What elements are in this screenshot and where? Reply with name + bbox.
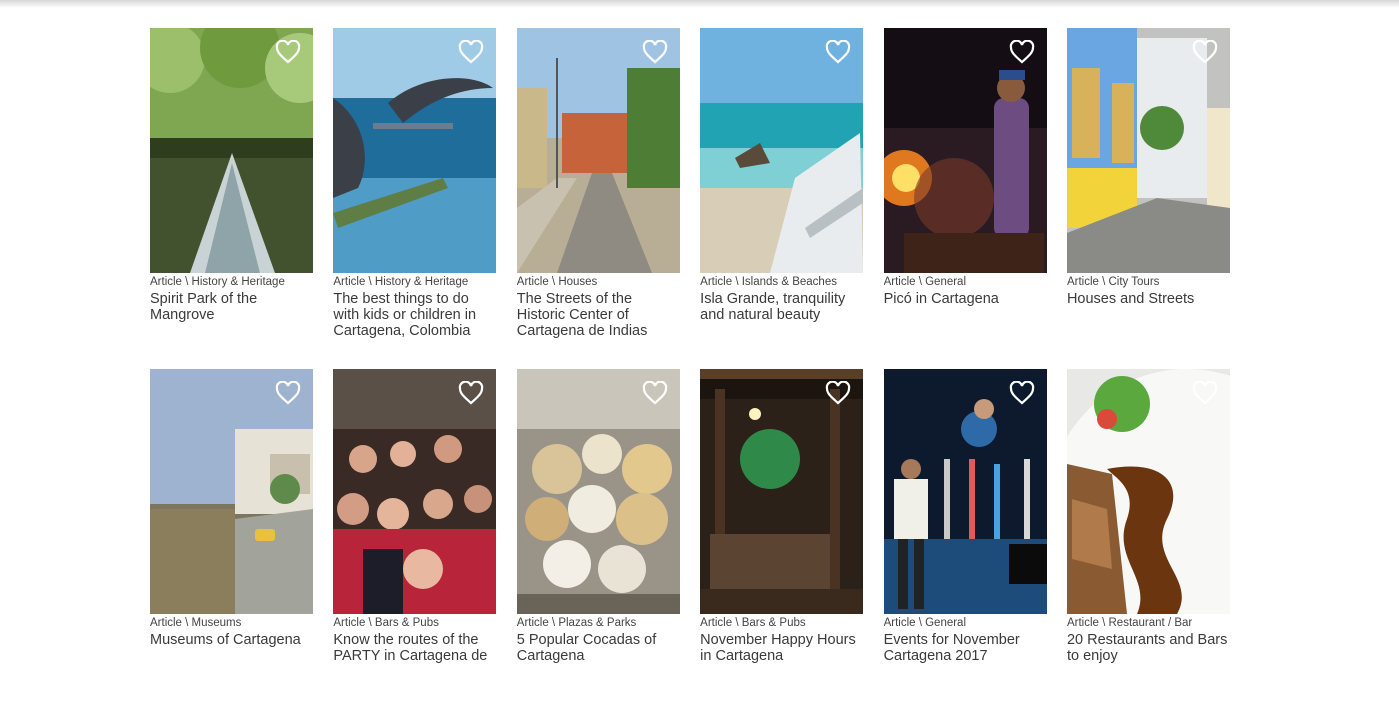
article-title[interactable]: The Streets of the Historic Center of Ca… — [517, 291, 680, 339]
article-card[interactable]: Article \ Museums Museums of Cartagena — [150, 369, 313, 710]
favorite-heart-icon[interactable] — [642, 381, 668, 405]
favorite-heart-icon[interactable] — [825, 381, 851, 405]
article-image[interactable] — [150, 28, 313, 273]
article-title[interactable]: Houses and Streets — [1067, 291, 1230, 307]
favorite-heart-icon[interactable] — [275, 381, 301, 405]
concert-photo — [883, 28, 1047, 273]
article-category: Article \ Museums — [150, 617, 242, 629]
header-shadow — [0, 0, 1399, 8]
cocadas-photo — [516, 369, 680, 614]
article-category: Article \ History & Heritage — [150, 276, 285, 288]
article-title[interactable]: Know the routes of the PARTY in Cartagen… — [333, 632, 496, 664]
article-image[interactable] — [883, 28, 1047, 273]
article-title[interactable]: Picó in Cartagena — [884, 291, 1047, 307]
article-category: Article \ Houses — [516, 276, 598, 288]
article-card[interactable]: Article \ City Tours Houses and Streets — [1066, 28, 1230, 369]
article-title[interactable]: The best things to do with kids or child… — [333, 291, 496, 339]
article-image[interactable] — [700, 28, 864, 273]
article-title[interactable]: 5 Popular Cocadas of Cartagena — [517, 632, 680, 664]
street-photo — [516, 28, 680, 273]
article-title[interactable]: Isla Grande, tranquility and natural bea… — [700, 291, 863, 323]
article-category: Article \ Restaurant / Bar — [1066, 617, 1193, 629]
band-photo — [883, 369, 1047, 614]
article-title[interactable]: Spirit Park of the Mangrove — [150, 291, 313, 323]
party-crowd-photo — [333, 369, 497, 614]
favorite-heart-icon[interactable] — [458, 381, 484, 405]
article-image[interactable] — [150, 369, 313, 614]
article-image[interactable] — [516, 369, 680, 614]
article-card[interactable]: Article \ Islands & Beaches Isla Grande,… — [700, 28, 864, 369]
article-category: Article \ General — [883, 617, 967, 629]
article-image[interactable] — [883, 369, 1047, 614]
article-card[interactable]: Article \ General Events for November Ca… — [883, 369, 1047, 710]
article-card[interactable]: Article \ History & Heritage Spirit Park… — [150, 28, 313, 369]
article-title[interactable]: November Happy Hours in Cartagena — [700, 632, 863, 664]
article-category: Article \ Islands & Beaches — [700, 276, 837, 288]
mangrove-photo — [150, 28, 313, 273]
favorite-heart-icon[interactable] — [1192, 381, 1218, 405]
article-image[interactable] — [333, 369, 497, 614]
article-category: Article \ Bars & Pubs — [700, 617, 806, 629]
city-wall-photo — [150, 369, 313, 614]
article-grid: Article \ History & Heritage Spirit Park… — [150, 28, 1230, 710]
article-title[interactable]: Events for November Cartagena 2017 — [884, 632, 1047, 664]
favorite-heart-icon[interactable] — [1009, 381, 1035, 405]
favorite-heart-icon[interactable] — [642, 40, 668, 64]
article-image[interactable] — [516, 28, 680, 273]
bar-photo — [700, 369, 864, 614]
article-category: Article \ History & Heritage — [333, 276, 469, 288]
food-plate-photo — [1066, 369, 1230, 614]
favorite-heart-icon[interactable] — [458, 40, 484, 64]
article-card[interactable]: Article \ Bars & Pubs Know the routes of… — [333, 369, 497, 710]
article-category: Article \ City Tours — [1066, 276, 1160, 288]
houses-photo — [1066, 28, 1230, 273]
article-image[interactable] — [333, 28, 497, 273]
article-card[interactable]: Article \ History & Heritage The best th… — [333, 28, 497, 369]
article-title[interactable]: 20 Restaurants and Bars to enjoy — [1067, 632, 1230, 664]
article-image[interactable] — [1066, 28, 1230, 273]
article-card[interactable]: Article \ Plazas & Parks 5 Popular Cocad… — [516, 369, 680, 710]
article-image[interactable] — [700, 369, 864, 614]
article-category: Article \ Bars & Pubs — [333, 617, 439, 629]
article-image[interactable] — [1066, 369, 1230, 614]
beach-photo — [700, 28, 864, 273]
article-card[interactable]: Article \ Houses The Streets of the Hist… — [516, 28, 680, 369]
article-category: Article \ General — [883, 276, 967, 288]
favorite-heart-icon[interactable] — [275, 40, 301, 64]
dolphin-photo — [333, 28, 497, 273]
article-card[interactable]: Article \ General Picó in Cartagena — [883, 28, 1047, 369]
article-category: Article \ Plazas & Parks — [516, 617, 637, 629]
favorite-heart-icon[interactable] — [1192, 40, 1218, 64]
favorite-heart-icon[interactable] — [1009, 40, 1035, 64]
article-card[interactable]: Article \ Restaurant / Bar 20 Restaurant… — [1066, 369, 1230, 710]
article-title[interactable]: Museums of Cartagena — [150, 632, 313, 648]
favorite-heart-icon[interactable] — [825, 40, 851, 64]
article-card[interactable]: Article \ Bars & Pubs November Happy Hou… — [700, 369, 864, 710]
